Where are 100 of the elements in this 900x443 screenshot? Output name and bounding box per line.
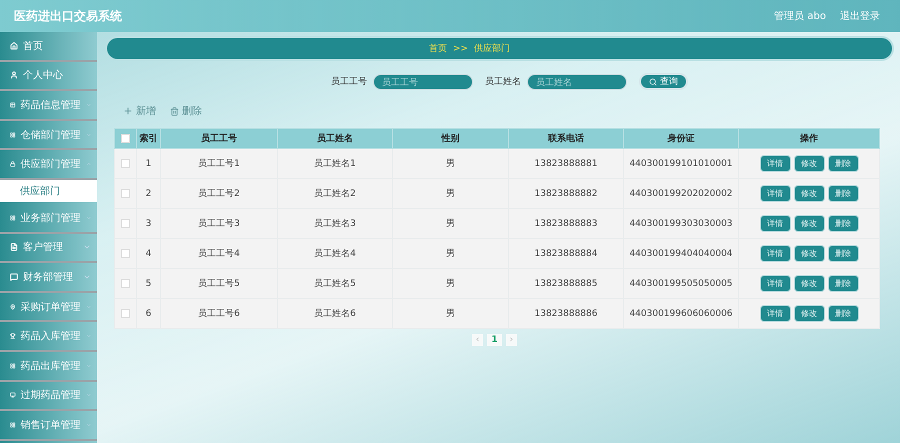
delete-button[interactable]: 删除 xyxy=(828,306,858,321)
detail-button[interactable]: 详情 xyxy=(760,306,790,321)
table-cell: 男 xyxy=(392,208,508,238)
field-label: 员工姓名 xyxy=(485,76,521,88)
user-label: 管理员 abo xyxy=(774,10,826,23)
pin-icon xyxy=(10,302,16,311)
detail-button[interactable]: 详情 xyxy=(760,246,790,261)
app-title: 医药进出口交易系统 xyxy=(14,8,122,24)
edit-button[interactable]: 修改 xyxy=(794,276,824,291)
table-cell: 员工工号2 xyxy=(160,178,278,208)
sidebar-item[interactable]: 药品信息管理 xyxy=(0,91,97,121)
monitor-icon xyxy=(10,391,16,400)
breadcrumb-text: >> xyxy=(452,44,468,54)
document-icon xyxy=(10,243,18,252)
add-button[interactable]: 新增 xyxy=(123,104,156,118)
table-cell: 3 xyxy=(136,208,160,238)
chat-icon xyxy=(10,272,18,281)
sidebar-item[interactable]: 销售订单管理 xyxy=(0,411,97,441)
sidebar-subitem[interactable]: 供应部门 xyxy=(0,180,97,202)
home-icon xyxy=(10,42,18,50)
delete-button[interactable]: 删除 xyxy=(828,246,858,261)
prev-page-button[interactable]: ‹ xyxy=(472,334,484,346)
field-label: 员工工号 xyxy=(331,76,367,88)
row-checkbox[interactable] xyxy=(121,308,130,318)
edit-button[interactable]: 修改 xyxy=(794,246,824,261)
grid-icon xyxy=(10,420,16,429)
grid-icon xyxy=(10,362,16,370)
logout-link[interactable]: 退出登录 xyxy=(840,9,880,23)
sidebar-item[interactable]: 财务部管理 xyxy=(0,263,97,293)
select-all-checkbox[interactable] xyxy=(121,134,130,143)
table-cell: 员工工号1 xyxy=(160,148,278,178)
table-cell: 男 xyxy=(392,238,508,268)
column-header: 性别 xyxy=(392,128,508,148)
edit-button[interactable]: 修改 xyxy=(794,306,824,321)
table-cell: 13823888883 xyxy=(508,208,624,238)
table-cell: 员工姓名2 xyxy=(278,178,392,208)
edit-button[interactable]: 修改 xyxy=(794,156,824,171)
edit-button[interactable]: 修改 xyxy=(794,216,824,231)
detail-button[interactable]: 详情 xyxy=(760,276,790,291)
sidebar-item[interactable]: 药品出库管理 xyxy=(0,352,97,382)
table-cell: 1 xyxy=(136,148,160,178)
sidebar-item[interactable]: 业务部门管理 xyxy=(0,204,97,234)
table-cell: 13823888884 xyxy=(508,238,624,268)
edit-button[interactable]: 修改 xyxy=(794,186,824,201)
table-icon xyxy=(10,100,16,109)
delete-button[interactable]: 删除 xyxy=(828,276,858,291)
delete-button[interactable]: 删除 xyxy=(828,156,858,171)
column-header: 员工工号 xyxy=(160,128,278,148)
sidebar-item[interactable]: 仓储部门管理 xyxy=(0,120,97,150)
sidebar-item[interactable]: 采购订单管理 xyxy=(0,292,97,322)
user-icon xyxy=(10,71,18,80)
breadcrumb-text[interactable]: 首页 xyxy=(428,42,447,55)
table-cell: 440300199202020002 xyxy=(624,178,738,208)
lock-icon xyxy=(10,160,16,168)
row-checkbox[interactable] xyxy=(121,158,130,168)
table-cell: 440300199606060006 xyxy=(624,298,738,328)
table-cell: 13823888886 xyxy=(508,298,624,328)
row-checkbox[interactable] xyxy=(121,278,130,288)
sidebar-item[interactable]: 过期药品管理 xyxy=(0,382,97,412)
column-header: 员工姓名 xyxy=(278,128,392,148)
table-cell: 13823888885 xyxy=(508,268,624,298)
table-cell: 员工工号5 xyxy=(160,268,278,298)
page-button[interactable]: 1 xyxy=(487,334,502,346)
trash-icon xyxy=(170,106,179,116)
search-field[interactable]: 员工姓名 xyxy=(527,74,627,90)
next-page-button[interactable]: › xyxy=(506,334,518,346)
breadcrumb-text[interactable]: 供应部门 xyxy=(474,42,510,55)
table-cell: 员工工号6 xyxy=(160,298,278,328)
sidebar-item[interactable]: 药品入库管理 xyxy=(0,322,97,352)
delete-button[interactable]: 删除 xyxy=(828,186,858,201)
column-header: 操作 xyxy=(738,128,880,148)
table-cell: 员工工号4 xyxy=(160,238,278,268)
search-button[interactable]: 查询 xyxy=(639,73,688,90)
plus-icon xyxy=(123,106,133,116)
sidebar-item[interactable]: 个人中心 xyxy=(0,62,97,92)
detail-button[interactable]: 详情 xyxy=(760,216,790,231)
table-cell: 4 xyxy=(136,238,160,268)
row-checkbox[interactable] xyxy=(121,188,130,198)
delete-button[interactable]: 删除 xyxy=(170,104,202,118)
detail-button[interactable]: 详情 xyxy=(760,156,790,171)
table-cell: 员工工号3 xyxy=(160,208,278,238)
table-cell: 13823888882 xyxy=(508,178,624,208)
sidebar-item[interactable]: 客户管理 xyxy=(0,234,97,264)
sidebar-item[interactable]: 首页 xyxy=(0,32,97,62)
grid-icon xyxy=(10,214,16,222)
table-cell: 2 xyxy=(136,178,160,208)
table-cell: 男 xyxy=(392,178,508,208)
detail-button[interactable]: 详情 xyxy=(760,186,790,201)
table-cell: 员工姓名5 xyxy=(278,268,392,298)
grid-icon xyxy=(10,130,16,139)
table-cell: 男 xyxy=(392,268,508,298)
column-header: 身份证 xyxy=(624,128,738,148)
table-cell: 男 xyxy=(392,298,508,328)
table-cell: 5 xyxy=(136,268,160,298)
row-checkbox[interactable] xyxy=(121,218,130,228)
table-cell: 6 xyxy=(136,298,160,328)
row-checkbox[interactable] xyxy=(121,248,130,258)
table-cell: 440300199303030003 xyxy=(624,208,738,238)
search-field[interactable]: 员工工号 xyxy=(373,74,473,90)
delete-button[interactable]: 删除 xyxy=(828,216,858,231)
